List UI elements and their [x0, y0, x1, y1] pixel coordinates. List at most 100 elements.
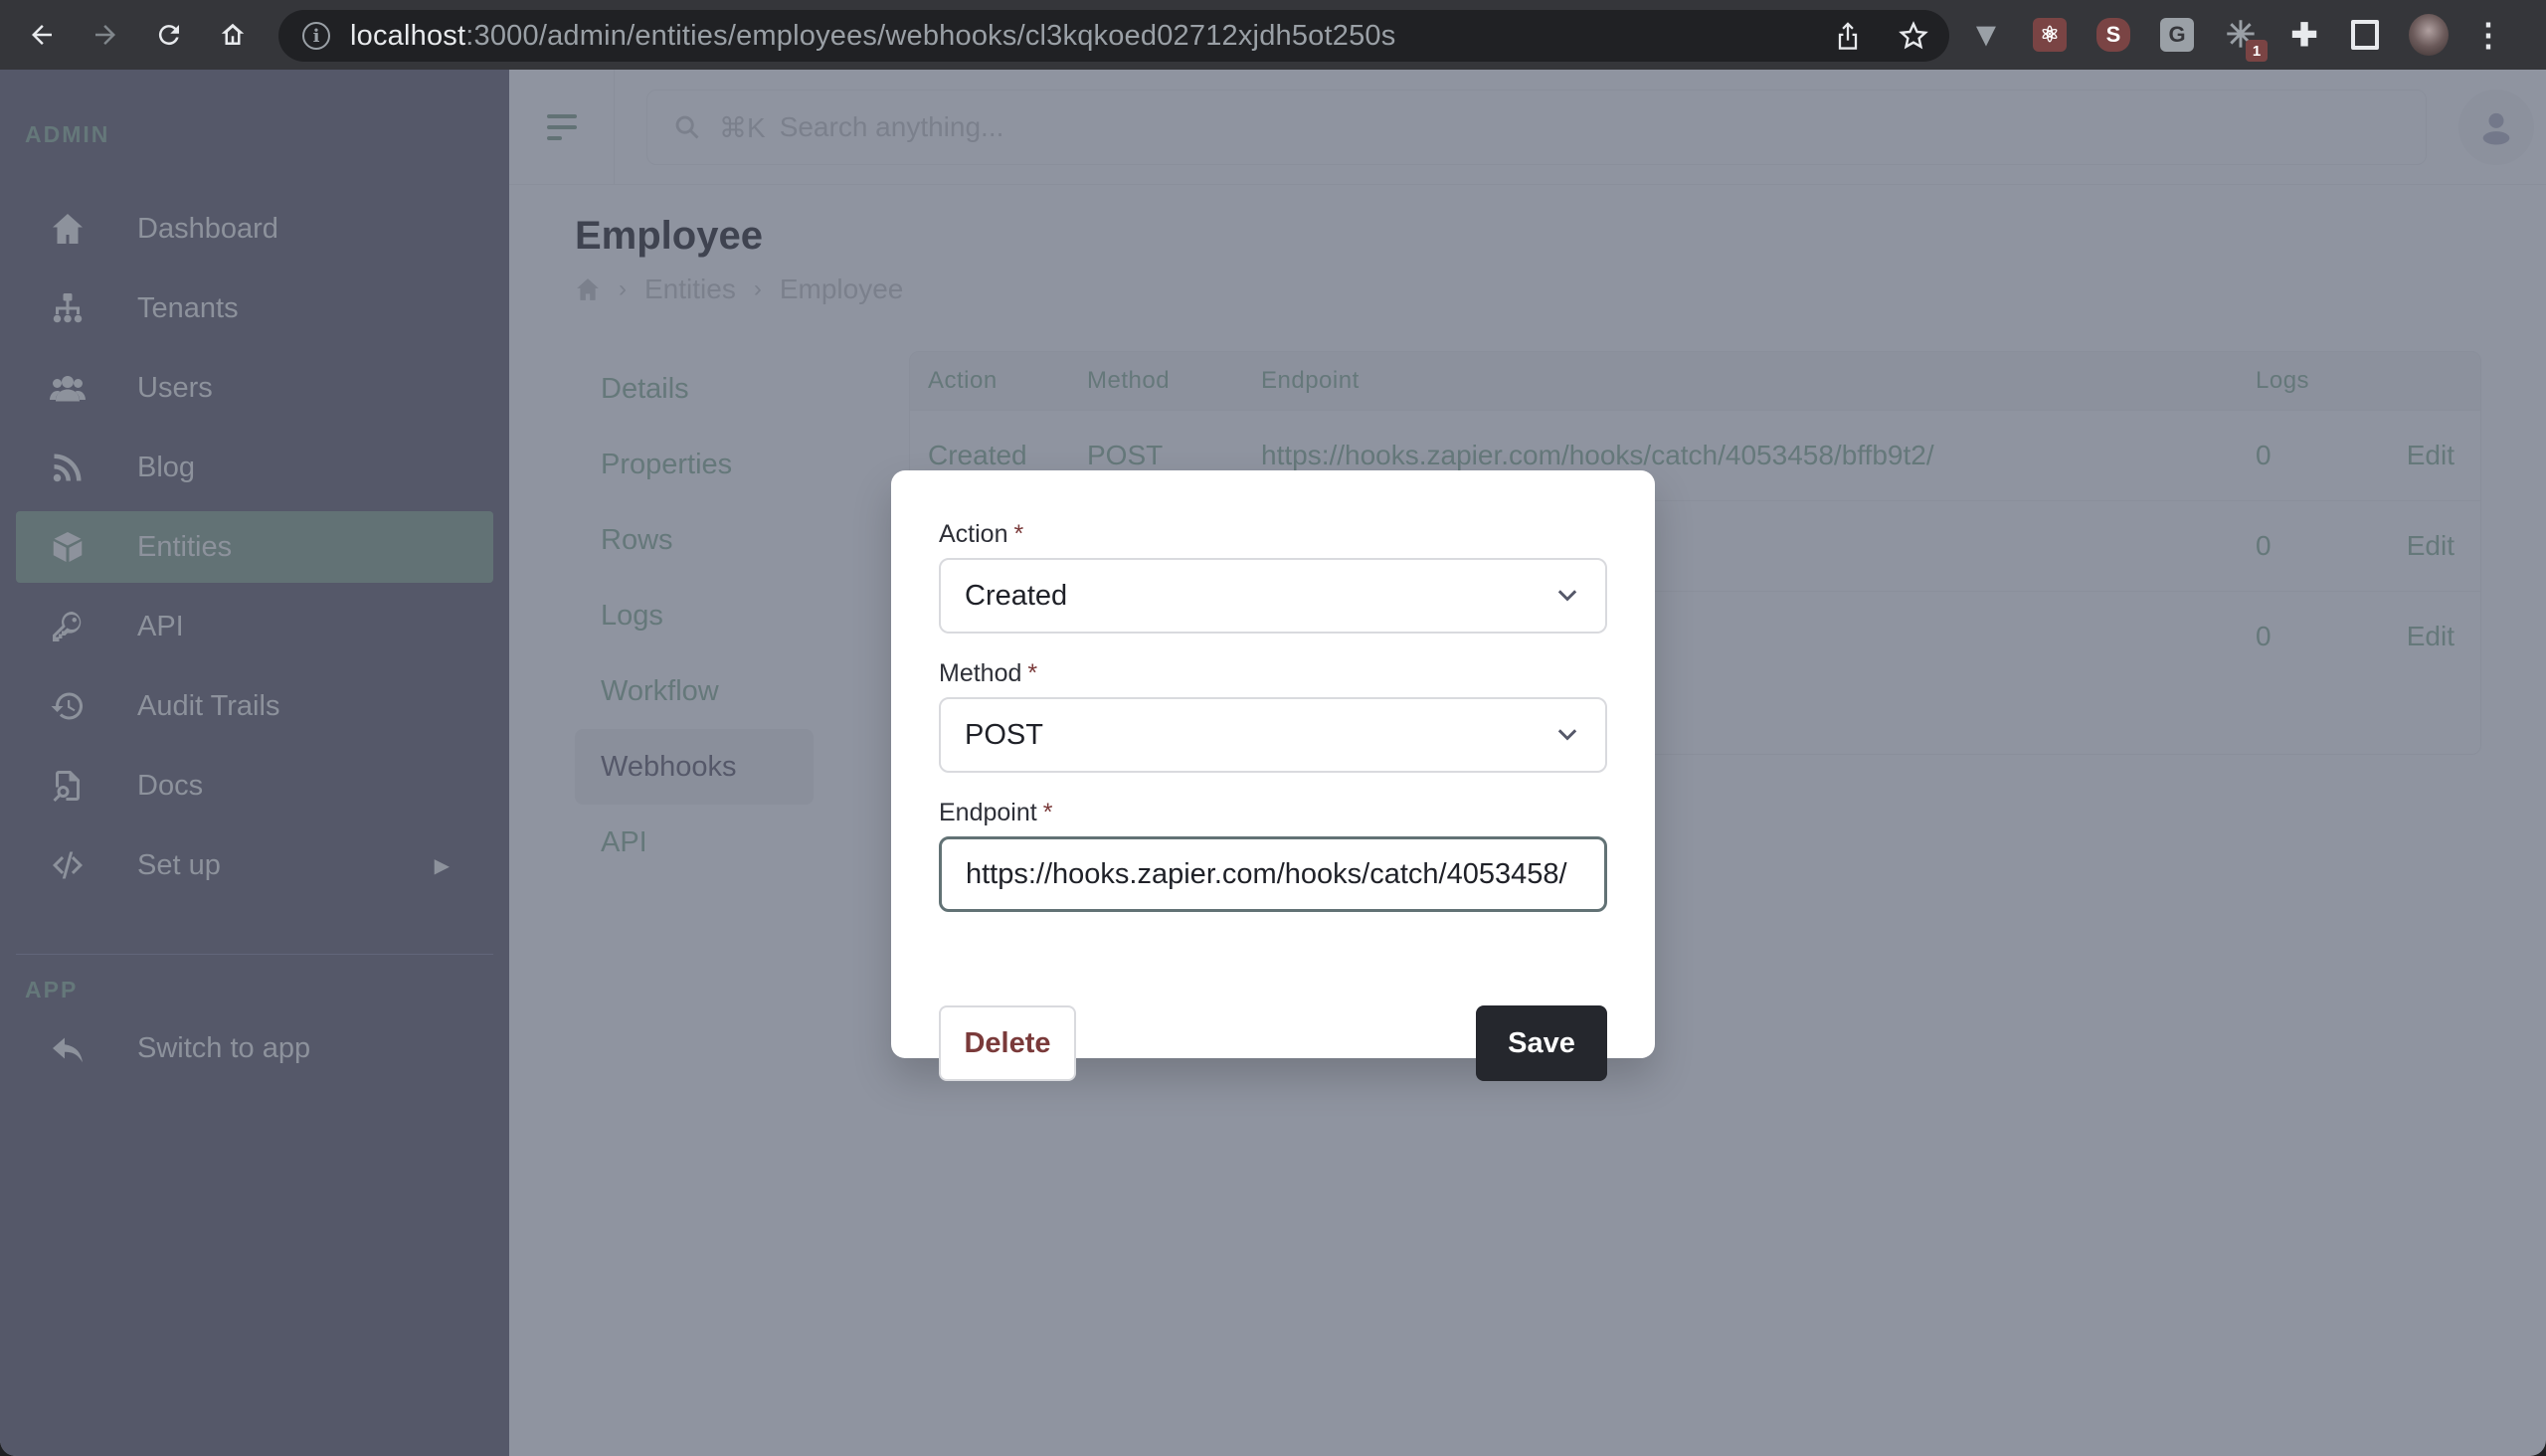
sidebar-item-set-up[interactable]: Set up ▶	[16, 829, 493, 901]
sidebar-item-label: Blog	[137, 451, 196, 483]
method-label-text: Method	[939, 659, 1022, 687]
home-button[interactable]	[211, 13, 255, 57]
sidebar-item-users[interactable]: Users	[16, 352, 493, 424]
home-outline-icon	[221, 23, 245, 45]
history-icon	[48, 686, 88, 726]
forward-button[interactable]	[84, 13, 127, 57]
kebab-menu-icon[interactable]: ⋮	[2472, 17, 2504, 53]
sidebar-item-label: Docs	[137, 769, 204, 802]
reply-icon	[48, 1028, 88, 1068]
delete-button[interactable]: Delete	[939, 1005, 1076, 1081]
edit-link[interactable]: Edit	[2377, 409, 2480, 500]
menu-line	[547, 136, 562, 140]
vue-devtools-extension-icon[interactable]: ▼	[1969, 16, 2003, 54]
entity-tabs: Details Properties Rows Logs Workflow We…	[575, 351, 814, 880]
tab-api[interactable]: API	[575, 805, 814, 880]
column-header-endpoint: Endpoint	[1243, 352, 2238, 410]
edit-webhook-modal: Action * Created Method * POST Endpoint * h…	[891, 470, 1655, 1081]
extensions-puzzle-icon[interactable]: ✚	[2287, 17, 2321, 53]
endpoint-input[interactable]: https://hooks.zapier.com/hooks/catch/405…	[939, 836, 1607, 912]
expand-arrow-icon[interactable]: ▶	[435, 853, 450, 878]
edit-link[interactable]: Edit	[2377, 499, 2480, 591]
required-marker: *	[1042, 799, 1053, 826]
menu-line	[547, 125, 577, 129]
reload-icon	[158, 25, 179, 46]
column-header-logs: Logs	[2238, 352, 2377, 410]
cube-icon	[48, 527, 88, 567]
extension-badge: 1	[2246, 40, 2268, 62]
tab-rows[interactable]: Rows	[575, 502, 814, 578]
sidebar-item-docs[interactable]: Docs	[16, 750, 493, 821]
breadcrumb-employee[interactable]: Employee	[780, 273, 904, 305]
sidebar-item-label: Switch to app	[137, 1031, 311, 1064]
bookmark-star-icon[interactable]	[1898, 20, 1929, 52]
search-input[interactable]: ⌘K Search anything...	[646, 90, 2427, 165]
tab-workflow[interactable]: Workflow	[575, 653, 814, 729]
sparkle-extension-icon[interactable]: ✳ 1	[2224, 14, 2268, 62]
search-shortcut: ⌘K	[719, 111, 766, 143]
back-button[interactable]	[20, 13, 64, 57]
sidebar: ADMIN Dashboard Tenants Users Blog Entit…	[0, 70, 509, 1456]
menu-line	[547, 114, 577, 118]
sidebar-item-label: API	[137, 610, 184, 642]
required-marker: *	[1013, 520, 1024, 548]
tab-webhooks[interactable]: Webhooks	[575, 729, 814, 805]
breadcrumb-entities[interactable]: Entities	[644, 273, 736, 305]
home-icon	[48, 209, 88, 249]
chevron-right-icon: ›	[753, 275, 762, 302]
endpoint-label: Endpoint *	[939, 799, 1052, 827]
action-select[interactable]: Created	[939, 558, 1607, 634]
sidebar-item-blog[interactable]: Blog	[16, 432, 493, 503]
column-header-action: Action	[910, 352, 1069, 410]
google-translate-extension-icon[interactable]: G	[2160, 18, 2194, 52]
url-text: localhost:3000/admin/entities/employees/…	[350, 20, 1395, 53]
method-select[interactable]: POST	[939, 697, 1607, 773]
table-header-row: Action Method Endpoint Logs	[910, 352, 2480, 410]
sidebar-item-tenants[interactable]: Tenants	[16, 273, 493, 344]
sidebar-item-api[interactable]: API	[16, 591, 493, 662]
site-info-icon[interactable]: i	[302, 22, 330, 50]
chevron-right-icon: ›	[619, 275, 627, 302]
action-label: Action *	[939, 520, 1023, 549]
sidebar-item-dashboard[interactable]: Dashboard	[16, 193, 493, 265]
arrow-left-icon	[32, 25, 52, 45]
key-icon	[48, 607, 88, 646]
sidebar-item-label: Users	[137, 371, 213, 404]
cell-logs: 0	[2238, 499, 2377, 591]
tab-logs[interactable]: Logs	[575, 578, 814, 653]
page-title: Employee	[575, 214, 763, 258]
reload-button[interactable]	[147, 13, 191, 57]
menu-toggle-button[interactable]	[509, 70, 615, 185]
save-button[interactable]: Save	[1476, 1005, 1607, 1081]
action-select-value: Created	[965, 579, 1068, 612]
user-menu-button[interactable]	[2458, 90, 2534, 165]
tab-properties[interactable]: Properties	[575, 427, 814, 502]
sidebar-item-switch-to-app[interactable]: Switch to app	[16, 1012, 493, 1084]
cell-logs: 0	[2238, 409, 2377, 500]
user-icon	[2482, 112, 2510, 145]
sidebar-item-label: Entities	[137, 530, 233, 563]
sidebar-item-label: Dashboard	[137, 212, 278, 245]
sidebar-item-entities[interactable]: Entities	[16, 511, 493, 583]
side-panel-icon[interactable]	[2351, 20, 2379, 50]
share-icon[interactable]	[1834, 20, 1862, 52]
url-host: localhost	[350, 19, 466, 52]
sidebar-item-audit-trails[interactable]: Audit Trails	[16, 670, 493, 742]
tab-details[interactable]: Details	[575, 351, 814, 427]
edit-link[interactable]: Edit	[2377, 590, 2480, 681]
browser-toolbar: i localhost:3000/admin/entities/employee…	[0, 0, 2546, 70]
breadcrumb: › Entities › Employee	[575, 273, 903, 305]
address-bar[interactable]: i localhost:3000/admin/entities/employee…	[278, 10, 1949, 62]
column-header-actions	[2377, 352, 2480, 410]
profile-avatar[interactable]	[2409, 14, 2449, 56]
svelte-extension-icon[interactable]: S	[2096, 18, 2130, 52]
sidebar-divider	[16, 954, 493, 955]
url-path: :3000/admin/entities/employees/webhooks/…	[465, 19, 1396, 52]
chevron-down-icon	[1557, 590, 1577, 602]
sidebar-item-label: Tenants	[137, 291, 239, 324]
action-label-text: Action	[939, 520, 1008, 548]
arrow-right-icon	[95, 25, 115, 45]
breadcrumb-home-icon[interactable]	[575, 276, 601, 302]
react-devtools-extension-icon[interactable]: ⚛	[2033, 18, 2067, 52]
sitemap-icon	[48, 288, 88, 328]
